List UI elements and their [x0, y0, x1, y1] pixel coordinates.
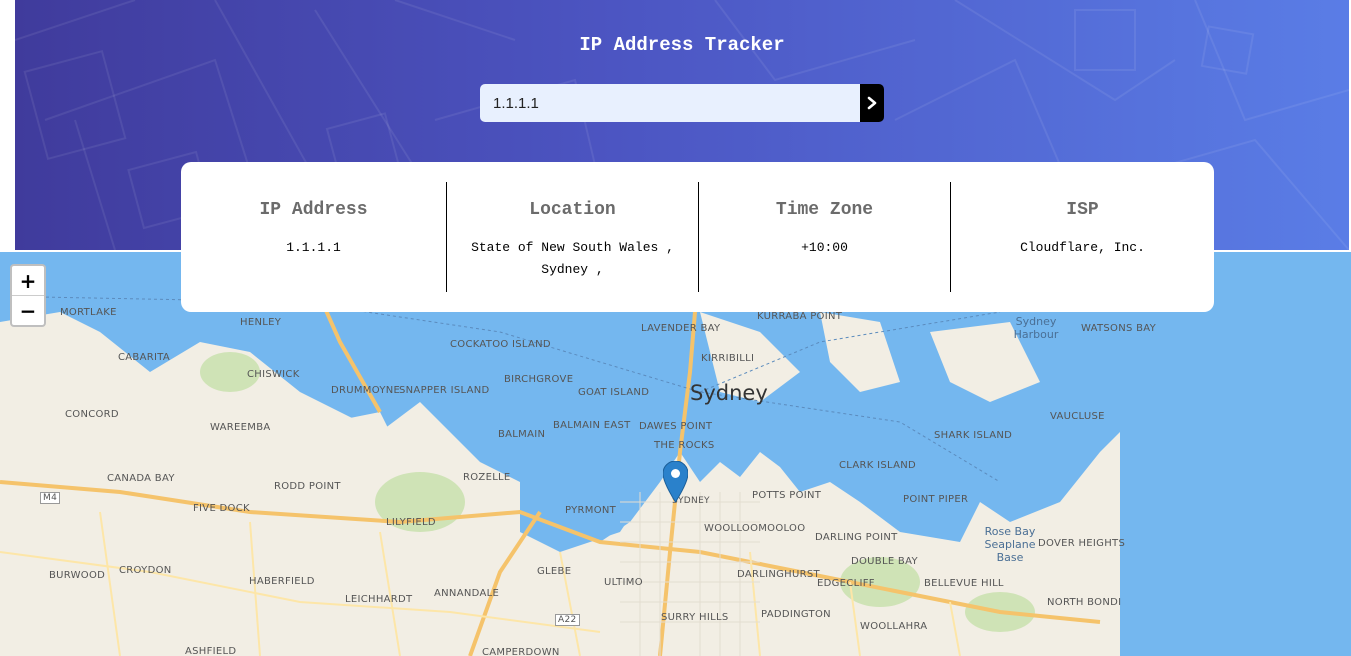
zoom-control: + −: [10, 264, 46, 327]
map-label: SHARK ISLAND: [934, 430, 1013, 441]
map-label: DARLING POINT: [815, 532, 898, 543]
map-label: WAREEMBA: [210, 422, 271, 433]
map-label: POINT PIPER: [903, 494, 969, 505]
chevron-right-icon: [867, 96, 877, 110]
map-city-label: Sydney: [690, 381, 768, 405]
map-label: BURWOOD: [49, 570, 106, 581]
map-label: ASHFIELD: [185, 646, 237, 656]
map-label: CANADA BAY: [107, 473, 175, 484]
map-label: WATSONS BAY: [1081, 323, 1157, 334]
map-label: NORTH BONDI: [1047, 597, 1122, 608]
timezone-value: +10:00: [801, 240, 848, 255]
map-label: SURRY HILLS: [661, 612, 729, 623]
location-value: State of New South Wales , Sydney ,: [471, 240, 674, 277]
map-label: LILYFIELD: [386, 517, 436, 528]
timezone-section: Time Zone +10:00: [698, 182, 950, 292]
map-label: BALMAIN: [498, 429, 546, 440]
map-label: CHISWICK: [247, 369, 300, 380]
map-label: HABERFIELD: [249, 576, 315, 587]
map-label: BIRCHGROVE: [504, 374, 574, 385]
map-label: COCKATOO ISLAND: [450, 339, 551, 350]
map-label: WOOLLOOMOOLOO: [704, 523, 806, 534]
map-label: VAUCLUSE: [1050, 411, 1105, 422]
timezone-label: Time Zone: [775, 200, 874, 220]
map-label: Rose Bay Seaplane Base: [984, 525, 1036, 564]
map-label: KURRABA POINT: [757, 311, 843, 322]
map-label: LAVENDER BAY: [641, 323, 721, 334]
map-label: BELLEVUE HILL: [924, 578, 1004, 589]
map-label: FIVE DOCK: [193, 503, 250, 514]
map-label: GOAT ISLAND: [578, 387, 650, 398]
isp-section: ISP Cloudflare, Inc.: [950, 182, 1214, 292]
map-label: DOUBLE BAY: [851, 556, 918, 567]
map-label: HENLEY: [240, 317, 282, 328]
map-label: CROYDON: [119, 565, 172, 576]
ip-address-value: 1.1.1.1: [286, 240, 341, 255]
road-shield: A22: [555, 614, 580, 626]
map-label: LEICHHARDT: [345, 594, 413, 605]
map-label: ROZELLE: [463, 472, 511, 483]
map-label: Sydney Harbour: [1013, 315, 1059, 341]
map-label: DRUMMOYNE: [331, 385, 401, 396]
map-label: EDGECLIFF: [817, 578, 875, 589]
map-label: WOOLLAHRA: [860, 621, 928, 632]
road-shield: M4: [40, 492, 61, 504]
ip-search-input[interactable]: [480, 84, 860, 122]
search-submit-button[interactable]: [860, 84, 884, 122]
map-label: DAWES POINT: [639, 421, 713, 432]
map-label: THE ROCKS: [654, 440, 715, 451]
map-label: MORTLAKE: [60, 307, 117, 318]
map-label: PADDINGTON: [761, 609, 831, 620]
location-marker-icon[interactable]: [663, 461, 688, 502]
map-label: PYRMONT: [565, 505, 617, 516]
map-label: BALMAIN EAST: [553, 420, 631, 431]
location-label: Location: [529, 200, 616, 220]
map-label: GLEBE: [537, 566, 572, 577]
map-label: RODD POINT: [274, 481, 341, 492]
map-label: DOVER HEIGHTS: [1038, 538, 1126, 549]
isp-value: Cloudflare, Inc.: [1020, 240, 1145, 255]
map-view[interactable]: MORTLAKE HENLEY CABARITA CHISWICK CONCOR…: [0, 252, 1351, 656]
isp-label: ISP: [1066, 200, 1099, 220]
location-section: Location State of New South Wales , Sydn…: [446, 182, 698, 292]
map-label: POTTS POINT: [752, 490, 822, 501]
map-label: CLARK ISLAND: [839, 460, 917, 471]
ip-search-form: [480, 84, 884, 122]
zoom-out-button[interactable]: −: [12, 295, 44, 325]
map-label: CONCORD: [65, 409, 119, 420]
page-title: IP Address Tracker: [579, 34, 785, 56]
map-tiles: [0, 252, 1351, 656]
map-label: ULTIMO: [604, 577, 643, 588]
map-label: KIRRIBILLI: [701, 353, 755, 364]
map-label: CABARITA: [118, 352, 170, 363]
map-label: DARLINGHURST: [737, 569, 820, 580]
map-label: CAMPERDOWN: [482, 647, 560, 656]
ip-address-section: IP Address 1.1.1.1: [181, 182, 446, 292]
map-label: ANNANDALE: [434, 588, 500, 599]
ip-address-label: IP Address: [259, 200, 368, 220]
ip-info-card: IP Address 1.1.1.1 Location State of New…: [181, 162, 1214, 312]
zoom-in-button[interactable]: +: [12, 266, 44, 295]
map-label: SNAPPER ISLAND: [399, 385, 490, 396]
